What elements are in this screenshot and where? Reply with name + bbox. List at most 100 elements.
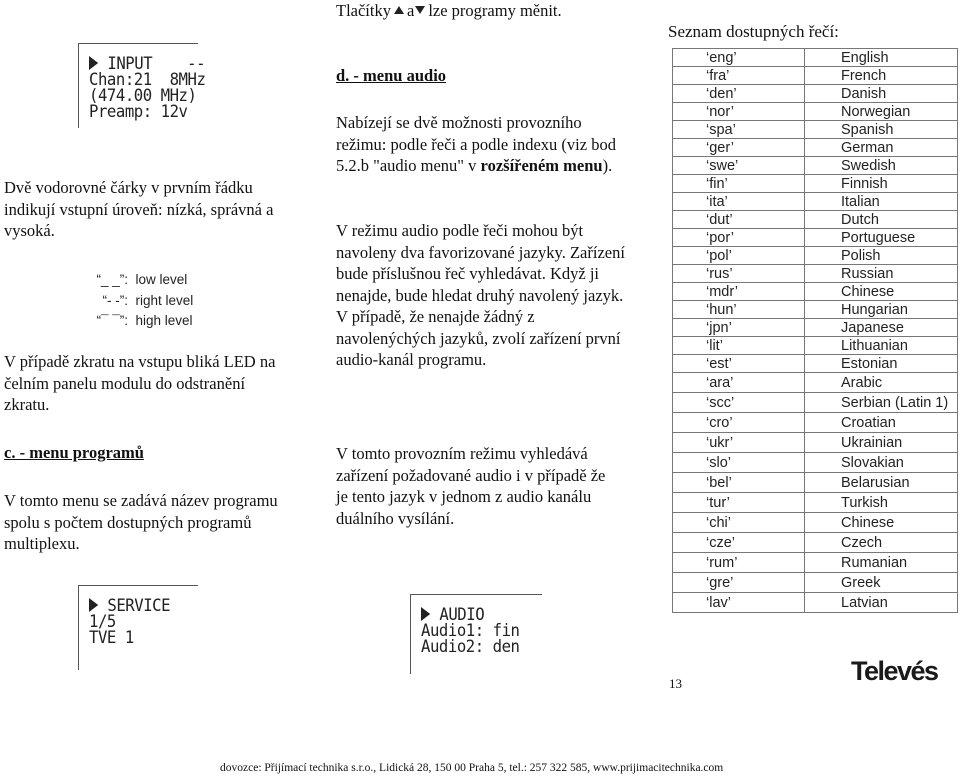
language-row: ‘hun’ Hungarian: [672, 300, 958, 319]
play-arrow-icon: [421, 607, 431, 621]
heading-menu-audio: d. - menu audio: [336, 66, 447, 85]
language-row: ‘mdr’ Chinese: [672, 282, 958, 301]
language-row: ‘spa’ Spanish: [672, 120, 958, 139]
language-row: ‘fin’ Finnish: [672, 174, 958, 193]
language-code: ‘mdr’: [672, 282, 805, 301]
language-row: ‘rum’ Rumanian: [672, 552, 958, 573]
language-name: German: [804, 138, 958, 157]
language-row: ‘lav’ Latvian: [672, 592, 958, 613]
language-name: Russian: [804, 264, 958, 283]
language-name: Rumanian: [804, 552, 958, 573]
language-name: Slovakian: [804, 452, 958, 473]
language-code: ‘gre’: [672, 572, 805, 593]
heading-menu-programs: c. - menu programů: [4, 443, 144, 462]
language-code: ‘ukr’: [672, 432, 805, 453]
language-row: ‘ita’ Italian: [672, 192, 958, 211]
language-row: ‘tur’ Turkish: [672, 492, 958, 513]
language-name: Norwegian: [804, 102, 958, 121]
language-row: ‘chi’ Chinese: [672, 512, 958, 533]
language-name: Belarusian: [804, 472, 958, 493]
language-code: ‘pol’: [672, 246, 805, 265]
language-name: Swedish: [804, 156, 958, 175]
level-legend: “_ _”: low level “- -”: right level “¯ ¯…: [96, 270, 193, 332]
language-row: ‘pol’ Polish: [672, 246, 958, 265]
language-code: ‘den’: [672, 84, 805, 103]
language-name: Turkish: [804, 492, 958, 513]
language-code: ‘hun’: [672, 300, 805, 319]
language-list-title: Seznam dostupných řečí:: [668, 22, 839, 41]
language-code: ‘ger’: [672, 138, 805, 157]
language-row: ‘ara’ Arabic: [672, 372, 958, 393]
language-code: ‘scc’: [672, 392, 805, 413]
language-code: ‘dut’: [672, 210, 805, 229]
page-number: 13: [669, 676, 682, 691]
lcd-service-display: SERVICE 1/5 TVE 1: [78, 585, 198, 670]
language-row: ‘rus’ Russian: [672, 264, 958, 283]
lcd-audio-line3: Audio2: den: [421, 637, 520, 657]
language-row: ‘cze’ Czech: [672, 532, 958, 553]
language-row: ‘cro’ Croatian: [672, 412, 958, 433]
lcd-service-line3: TVE 1: [89, 628, 134, 648]
language-code: ‘rum’: [672, 552, 805, 573]
language-code: ‘cze’: [672, 532, 805, 553]
language-name: Greek: [804, 572, 958, 593]
language-code: ‘lav’: [672, 592, 805, 613]
short-circuit-paragraph: V případě zkratu na vstupu bliká LED na …: [4, 352, 276, 414]
language-row: ‘ger’ German: [672, 138, 958, 157]
up-arrow-icon: [393, 6, 404, 14]
language-code: ‘cro’: [672, 412, 805, 433]
language-name: Polish: [804, 246, 958, 265]
language-name: Japanese: [804, 318, 958, 337]
language-code: ‘spa’: [672, 120, 805, 139]
language-name: Dutch: [804, 210, 958, 229]
language-name: Arabic: [804, 372, 958, 393]
legend-item: “- -”: right level: [102, 292, 194, 308]
language-name: Portuguese: [804, 228, 958, 247]
language-name: Chinese: [804, 512, 958, 533]
language-row: ‘dut’ Dutch: [672, 210, 958, 229]
lcd-input-display: INPUT -- Chan:21 8MHz (474.00 MHz) Preamp…: [78, 43, 206, 128]
language-code: ‘chi’: [672, 512, 805, 533]
language-name: Italian: [804, 192, 958, 211]
language-code: ‘est’: [672, 354, 805, 373]
language-code: ‘nor’: [672, 102, 805, 121]
language-code: ‘swe’: [672, 156, 805, 175]
language-row: ‘den’ Danish: [672, 84, 958, 103]
language-name: Spanish: [804, 120, 958, 139]
language-name: Croatian: [804, 412, 958, 433]
lcd-input-line4: Preamp: 12v: [89, 102, 188, 122]
programs-paragraph: V tomto menu se zadává název programu sp…: [4, 491, 278, 553]
language-name: Chinese: [804, 282, 958, 301]
play-arrow-icon: [89, 56, 99, 70]
language-code: ‘ara’: [672, 372, 805, 393]
language-row: ‘jpn’ Japanese: [672, 318, 958, 337]
language-row: ‘bel’ Belarusian: [672, 472, 958, 493]
language-name: Lithuanian: [804, 336, 958, 355]
language-row: ‘est’ Estonian: [672, 354, 958, 373]
language-code: ‘ita’: [672, 192, 805, 211]
language-name: Latvian: [804, 592, 958, 613]
language-name: Serbian (Latin 1): [804, 392, 958, 413]
input-level-paragraph: Dvě vodorovné čárky v prvním řádku indik…: [4, 178, 274, 240]
audio-modes-paragraph: Nabízejí se dvě možnosti provozního reži…: [336, 113, 616, 175]
language-table: ‘eng’ English ‘fra’ French ‘den’ Danish ‘nor’ N…: [672, 48, 958, 613]
language-code: ‘bel’: [672, 472, 805, 493]
language-name: Danish: [804, 84, 958, 103]
language-name: French: [804, 66, 958, 85]
legend-item: “_ _”: low level: [96, 272, 188, 287]
language-row: ‘lit’ Lithuanian: [672, 336, 958, 355]
language-code: ‘tur’: [672, 492, 805, 513]
language-code: ‘fra’: [672, 66, 805, 85]
language-code: ‘eng’: [672, 48, 805, 67]
language-row: ‘nor’ Norwegian: [672, 102, 958, 121]
language-row: ‘gre’ Greek: [672, 572, 958, 593]
language-row: ‘scc’ Serbian (Latin 1): [672, 392, 958, 413]
language-row: ‘swe’ Swedish: [672, 156, 958, 175]
language-name: Hungarian: [804, 300, 958, 319]
language-row: ‘eng’ English: [672, 48, 958, 67]
language-name: Estonian: [804, 354, 958, 373]
down-arrow-icon: [415, 6, 426, 14]
language-code: ‘rus’: [672, 264, 805, 283]
buttons-change-text: Tlačítky a lze programy měnit.: [336, 1, 562, 20]
legend-item: “¯ ¯”: high level: [96, 313, 193, 328]
